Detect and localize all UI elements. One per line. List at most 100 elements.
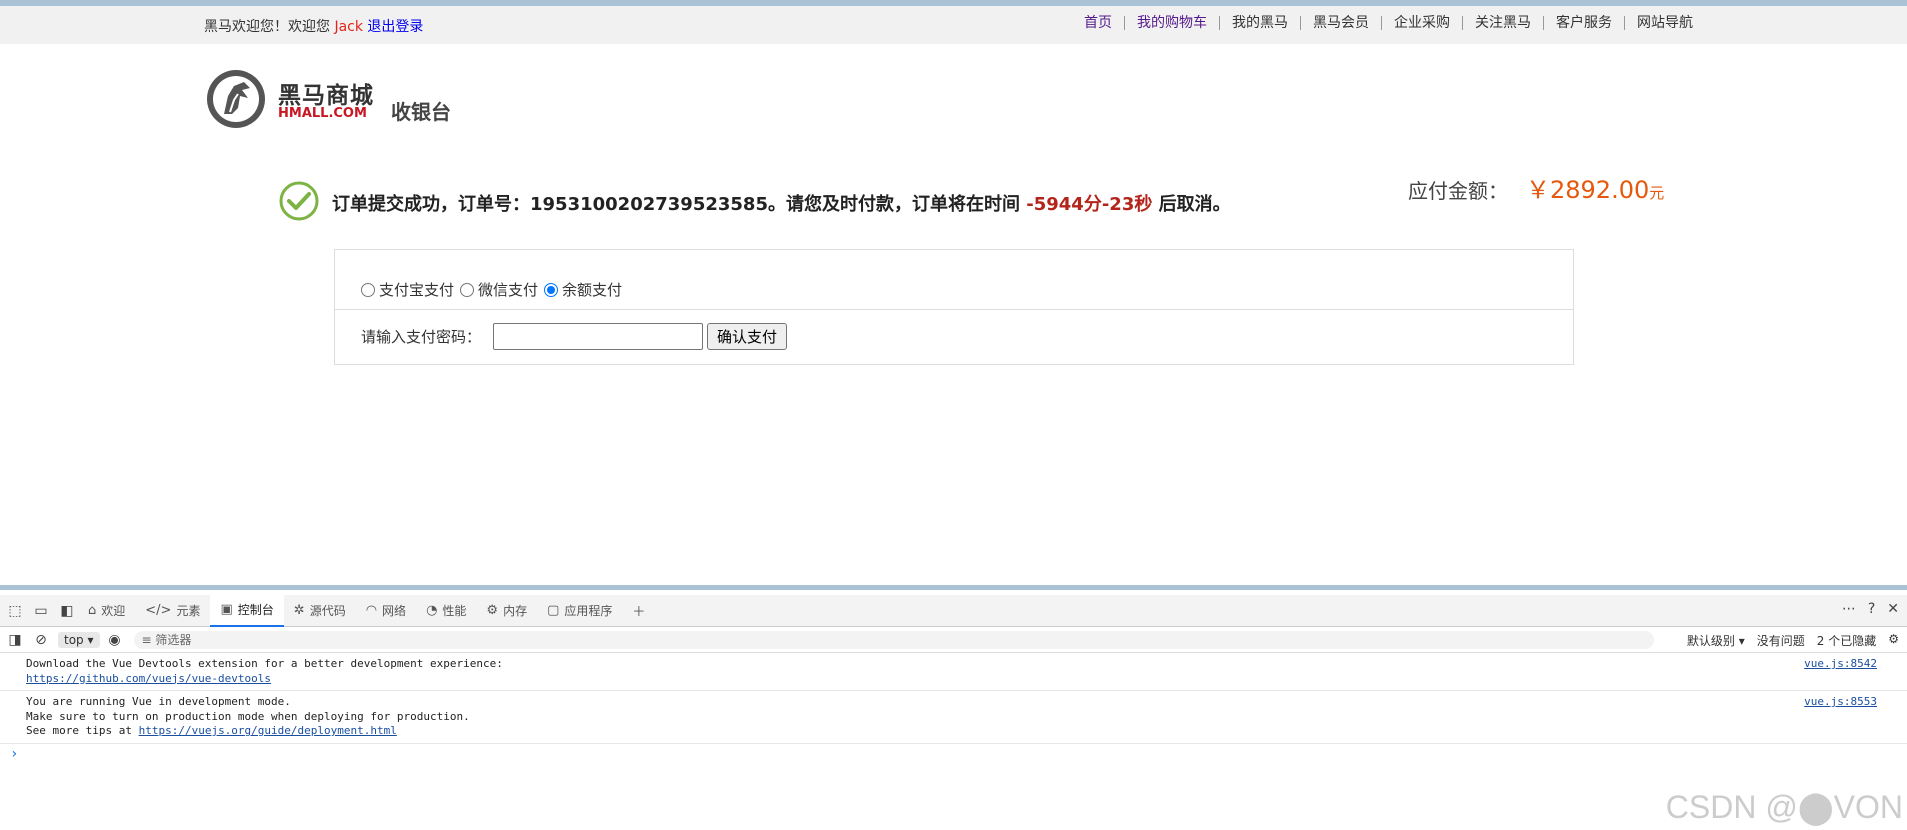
tab-network[interactable]: ◠ 网络 [356, 595, 416, 627]
nav-member[interactable]: 黑马会员 [1300, 16, 1381, 30]
watermark: CSDN @⬤VON [1665, 789, 1903, 825]
bug-icon: ✲ [293, 603, 305, 618]
radio-balance[interactable] [544, 282, 559, 297]
nav-cart[interactable]: 我的购物车 [1124, 16, 1219, 30]
log-source-link[interactable]: vue.js:8542 [1804, 657, 1877, 672]
pay-method-wechat[interactable]: 微信支付 [460, 279, 538, 300]
inspect-icon[interactable]: ⬚ [4, 601, 26, 621]
tab-label: 应用程序 [564, 604, 613, 618]
pay-method-label: 支付宝支付 [379, 281, 455, 299]
settings-gear-icon[interactable]: ⚙ [1888, 632, 1899, 649]
console-toolbar-right: 默认级别 ▾ 没有问题 2 个已隐藏 ⚙ [1687, 632, 1899, 649]
order-success-message: 订单提交成功，订单号：1953100202739523585。请您及时付款，订单… [332, 190, 1231, 216]
tab-label: 控制台 [237, 603, 274, 617]
tab-label: 性能 [442, 604, 467, 618]
plus-icon: ＋ [632, 605, 646, 620]
username: Jack [334, 19, 363, 35]
nav-my-heima[interactable]: 我的黑马 [1219, 16, 1300, 30]
password-input[interactable] [493, 323, 704, 350]
filter-input[interactable]: ≡ 筛选器 [133, 630, 1654, 649]
horse-logo-icon[interactable] [204, 68, 268, 130]
devtools-panel: ⬚ ▭ ◧ ⌂ 欢迎 </> 元素 ▣ 控制台 ✲ 源代码 ◠ 网络 ◔ 性能 ⚙ 内存 ▢ 应… [0, 594, 1907, 830]
pay-method-label: 微信支付 [478, 281, 539, 299]
filter-placeholder: 筛选器 [155, 633, 192, 647]
context-value: top [64, 632, 84, 647]
amount-unit: 元 [1649, 184, 1665, 202]
tab-label: 内存 [503, 604, 528, 618]
log-level-select[interactable]: 默认级别 ▾ [1687, 632, 1745, 649]
log-source-link[interactable]: vue.js:8553 [1804, 695, 1877, 710]
devtools-window-controls: ⋯ ? ✕ [1842, 601, 1899, 617]
tab-elements[interactable]: </> 元素 [135, 595, 210, 627]
confirm-pay-button[interactable]: 确认支付 [707, 323, 788, 350]
code-icon: </> [145, 603, 172, 618]
pay-method-alipay[interactable]: 支付宝支付 [361, 279, 454, 300]
top-bar: 黑马欢迎您！欢迎您 Jack 退出登录 首页 我的购物车 我的黑马 黑马会员 企… [0, 6, 1907, 44]
payable-amount: 应付金额： ￥2892.00元 [1408, 170, 1664, 205]
log-link[interactable]: https://github.com/vuejs/vue-devtools [26, 672, 1907, 687]
console-prompt[interactable]: › [0, 744, 1907, 762]
amount-value: ￥2892.00 [1526, 176, 1650, 204]
nav-follow[interactable]: 关注黑马 [1462, 16, 1543, 30]
context-select[interactable]: top ▾ [58, 631, 100, 648]
welcome-text: 黑马欢迎您！欢迎您 Jack 退出登录 [204, 16, 423, 36]
log-text: You are running Vue in development mode. [26, 695, 291, 708]
payment-methods: 支付宝支付 微信支付 余额支付 [335, 250, 1573, 310]
clear-console-icon[interactable]: ⊘ [30, 630, 52, 650]
logout-link[interactable]: 退出登录 [367, 19, 423, 35]
pay-method-label: 余额支付 [562, 281, 623, 299]
log-text-line: See more tips at https://vuejs.org/guide… [26, 724, 1907, 739]
devtools-tab-bar: ⬚ ▭ ◧ ⌂ 欢迎 </> 元素 ▣ 控制台 ✲ 源代码 ◠ 网络 ◔ 性能 ⚙ 内存 ▢ 应… [0, 594, 1907, 627]
tab-sources[interactable]: ✲ 源代码 [284, 595, 356, 627]
tab-application[interactable]: ▢ 应用程序 [537, 595, 622, 627]
tab-welcome[interactable]: ⌂ 欢迎 [78, 595, 135, 627]
radio-wechat[interactable] [460, 282, 475, 297]
eye-icon[interactable]: ◉ [104, 630, 126, 650]
amount-label: 应付金额： [1408, 179, 1508, 203]
nav-home[interactable]: 首页 [1072, 16, 1124, 30]
console-message: You are running Vue in development mode.… [0, 691, 1907, 744]
more-icon[interactable]: ⋯ [1842, 601, 1856, 617]
welcome-prefix: 黑马欢迎您！欢迎您 [204, 19, 330, 35]
radio-alipay[interactable] [361, 282, 375, 297]
tab-label: 网络 [382, 604, 407, 618]
nav-sitemap[interactable]: 网站导航 [1624, 16, 1705, 30]
tab-performance[interactable]: ◔ 性能 [416, 595, 476, 627]
nav-enterprise[interactable]: 企业采购 [1381, 16, 1462, 30]
hidden-count: 2 个已隐藏 [1816, 634, 1877, 648]
logo-english-text: HMALL.COM [278, 106, 367, 121]
dock-icon[interactable]: ◧ [56, 601, 78, 621]
pay-method-balance[interactable]: 余额支付 [544, 279, 622, 300]
wifi-icon: ◠ [365, 603, 378, 618]
tab-console[interactable]: ▣ 控制台 [210, 594, 284, 627]
filter-icon: ≡ [141, 632, 152, 647]
password-label: 请输入支付密码： [361, 328, 482, 346]
tab-label: 元素 [176, 604, 201, 618]
gauge-icon: ◔ [426, 603, 438, 618]
issues-count[interactable]: 没有问题 [1757, 632, 1805, 649]
log-level-value: 默认级别 [1686, 634, 1735, 648]
tab-memory[interactable]: ⚙ 内存 [476, 595, 537, 627]
tab-label: 源代码 [309, 604, 346, 618]
tab-label: 欢迎 [101, 604, 126, 618]
console-icon: ▣ [220, 602, 233, 617]
log-link[interactable]: https://vuejs.org/guide/deployment.html [139, 724, 397, 737]
add-tab-button[interactable]: ＋ [622, 595, 660, 627]
gear-icon: ⚙ [486, 603, 499, 618]
order-message-prefix: 订单提交成功，订单号：1953100202739523585。请您及时付款，订单… [332, 194, 1020, 215]
sidebar-toggle-icon[interactable]: ◨ [4, 630, 26, 650]
nav-service[interactable]: 客户服务 [1543, 16, 1624, 30]
device-toggle-icon[interactable]: ▭ [30, 601, 52, 621]
log-text: Make sure to turn on production mode whe… [26, 709, 470, 723]
help-icon[interactable]: ? [1868, 601, 1875, 617]
payment-box: 支付宝支付 微信支付 余额支付 请输入支付密码： 确认支付 [334, 249, 1574, 365]
logo-chinese-text: 黑马商城 [278, 83, 374, 109]
close-icon[interactable]: ✕ [1887, 601, 1899, 617]
browser-page: 黑马欢迎您！欢迎您 Jack 退出登录 首页 我的购物车 我的黑马 黑马会员 企… [0, 6, 1907, 590]
console-output: Download the Vue Devtools extension for … [0, 653, 1907, 762]
console-message: Download the Vue Devtools extension for … [0, 653, 1907, 691]
log-text: See more tips at [26, 724, 139, 737]
countdown-time: -5944分-23秒 [1026, 194, 1153, 215]
success-check-icon [279, 181, 319, 221]
home-icon: ⌂ [88, 603, 97, 618]
